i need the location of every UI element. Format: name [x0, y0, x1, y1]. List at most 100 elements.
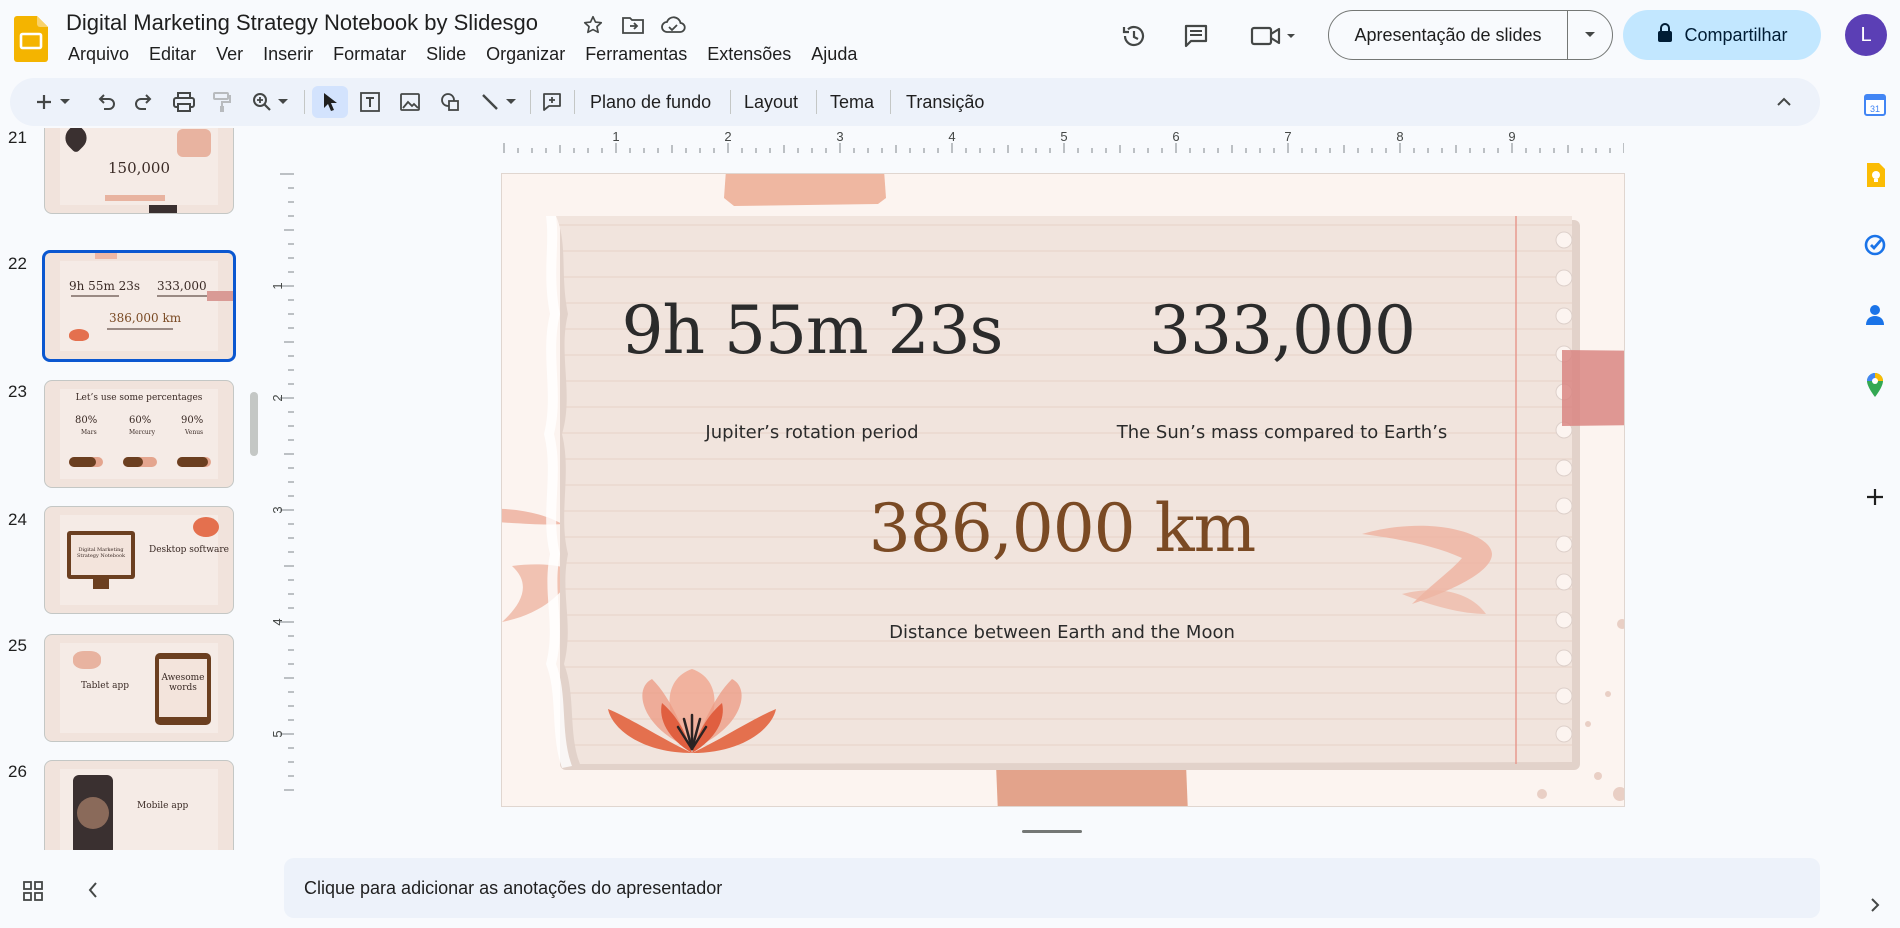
meet-video-icon[interactable]	[1246, 16, 1302, 56]
document-title[interactable]: Digital Marketing Strategy Notebook by S…	[66, 10, 538, 36]
keep-icon[interactable]	[1858, 158, 1892, 192]
thumb-text: 333,000	[157, 279, 207, 293]
slide-number: 24	[8, 510, 27, 529]
menu-inserir[interactable]: Inserir	[253, 42, 323, 67]
ruler-label: 4	[948, 129, 955, 144]
stat-label-sun[interactable]: The Sun’s mass compared to Earth’s	[1102, 422, 1462, 443]
shape-icon[interactable]	[434, 86, 466, 118]
ruler-label: 1	[270, 282, 285, 289]
slide-thumbnail-22[interactable]: 9h 55m 23s 333,000 386,000 km	[42, 250, 236, 362]
svg-text:31: 31	[1870, 104, 1880, 114]
line-dropdown-icon[interactable]	[502, 86, 520, 118]
toolbar-separator	[304, 90, 305, 114]
ruler-label: 3	[836, 129, 843, 144]
menu-ajuda[interactable]: Ajuda	[801, 42, 867, 67]
text-box-icon[interactable]	[354, 86, 386, 118]
slideshow-group: Apresentação de slides	[1328, 10, 1613, 60]
thumb-text: 9h 55m 23s	[69, 279, 141, 293]
toolbar: Plano de fundo Layout Tema Transição	[10, 78, 1820, 126]
notes-resize-handle[interactable]	[1022, 830, 1082, 833]
ruler-label: 9	[1508, 129, 1515, 144]
menu-bar: Arquivo Editar Ver Inserir Formatar Slid…	[58, 42, 867, 67]
version-history-icon[interactable]	[1114, 16, 1154, 56]
select-tool-icon[interactable]	[312, 86, 348, 118]
horizontal-ruler[interactable]: 1 2 3 4 5 6 7 8 9	[502, 129, 1624, 153]
layout-button[interactable]: Layout	[744, 78, 798, 126]
menu-editar[interactable]: Editar	[139, 42, 206, 67]
stat-value-jupiter[interactable]: 9h 55m 23s	[612, 292, 1012, 369]
maps-icon[interactable]	[1858, 368, 1892, 402]
account-avatar[interactable]: L	[1845, 14, 1887, 56]
toolbar-separator	[574, 90, 575, 114]
thumb-text: Digital Marketing Strategy Notebook	[77, 547, 125, 559]
slides-logo-icon[interactable]	[14, 16, 48, 62]
ruler-label: 2	[270, 394, 285, 401]
contacts-icon[interactable]	[1858, 298, 1892, 332]
slide-number: 21	[8, 128, 27, 147]
ruler-label: 7	[1284, 129, 1291, 144]
slide-number: 22	[8, 254, 27, 273]
stat-value-moon[interactable]: 386,000 km	[822, 490, 1302, 567]
thumb-text: Mobile app	[137, 801, 189, 811]
stat-label-jupiter[interactable]: Jupiter’s rotation period	[612, 422, 1012, 443]
share-button[interactable]: Compartilhar	[1623, 10, 1821, 60]
undo-icon[interactable]	[90, 86, 122, 118]
menu-slide[interactable]: Slide	[416, 42, 476, 67]
background-button[interactable]: Plano de fundo	[590, 78, 711, 126]
collapse-toolbar-icon[interactable]	[1768, 86, 1800, 118]
stat-label-moon[interactable]: Distance between Earth and the Moon	[822, 622, 1302, 643]
slide-number: 23	[8, 382, 27, 401]
thumb-text: Awesome words	[161, 673, 205, 693]
vertical-ruler[interactable]: 1 2 3 4 5	[270, 172, 294, 802]
move-folder-icon[interactable]	[620, 12, 646, 38]
star-icon[interactable]	[580, 12, 606, 38]
lock-icon	[1656, 22, 1674, 48]
slideshow-button[interactable]: Apresentação de slides	[1329, 11, 1568, 59]
collapse-filmstrip-icon[interactable]	[86, 880, 110, 906]
zoom-dropdown-icon[interactable]	[274, 86, 292, 118]
filmstrip-scrollbar[interactable]	[250, 392, 258, 456]
print-icon[interactable]	[168, 86, 200, 118]
tasks-icon[interactable]	[1858, 228, 1892, 262]
add-addon-icon[interactable]	[1858, 480, 1892, 514]
theme-button[interactable]: Tema	[830, 78, 874, 126]
transition-button[interactable]: Transição	[906, 78, 984, 126]
cloud-saved-icon[interactable]	[660, 12, 686, 38]
speaker-notes[interactable]: Clique para adicionar as anotações do ap…	[284, 858, 1820, 918]
thumb-text: Venus	[185, 429, 204, 436]
thumb-text: 386,000 km	[109, 311, 182, 325]
slide-thumbnail-25[interactable]: Tablet app Awesome words	[44, 634, 234, 742]
share-label: Compartilhar	[1684, 24, 1788, 45]
slide-thumbnail-21[interactable]: 150,000	[44, 128, 234, 214]
toolbar-separator	[730, 90, 731, 114]
slide-canvas[interactable]: 9h 55m 23s Jupiter’s rotation period 333…	[502, 174, 1624, 806]
menu-organizar[interactable]: Organizar	[476, 42, 575, 67]
slide-number: 26	[8, 762, 27, 781]
ruler-label: 8	[1396, 129, 1403, 144]
calendar-icon[interactable]: 31	[1858, 88, 1892, 122]
menu-ferramentas[interactable]: Ferramentas	[575, 42, 697, 67]
menu-formatar[interactable]: Formatar	[323, 42, 416, 67]
thumb-text: Desktop software	[149, 545, 229, 555]
slide-thumbnail-26[interactable]: Mobile app	[44, 760, 234, 850]
add-comment-icon[interactable]	[536, 86, 568, 118]
ruler-label: 3	[270, 506, 285, 513]
slide-thumbnail-23[interactable]: Let’s use some percentages 80% 60% 90% M…	[44, 380, 234, 488]
ruler-label: 6	[1172, 129, 1179, 144]
new-slide-dropdown-icon[interactable]	[56, 86, 74, 118]
menu-ver[interactable]: Ver	[206, 42, 253, 67]
insert-image-icon[interactable]	[394, 86, 426, 118]
slideshow-dropdown[interactable]	[1568, 11, 1612, 59]
stat-value-sun[interactable]: 333,000	[1102, 292, 1462, 369]
paint-format-icon[interactable]	[206, 86, 238, 118]
slide-thumbnail-24[interactable]: Digital Marketing Strategy Notebook Desk…	[44, 506, 234, 614]
grid-view-icon[interactable]	[22, 880, 48, 906]
redo-icon[interactable]	[128, 86, 160, 118]
show-side-panel-icon[interactable]	[1858, 888, 1892, 922]
menu-arquivo[interactable]: Arquivo	[58, 42, 139, 67]
thumb-text: 80%	[75, 415, 98, 426]
menu-extensoes[interactable]: Extensões	[697, 42, 801, 67]
thumb-text: 60%	[129, 415, 152, 426]
thumb-text: Let’s use some percentages	[75, 393, 203, 403]
comments-icon[interactable]	[1176, 16, 1216, 56]
